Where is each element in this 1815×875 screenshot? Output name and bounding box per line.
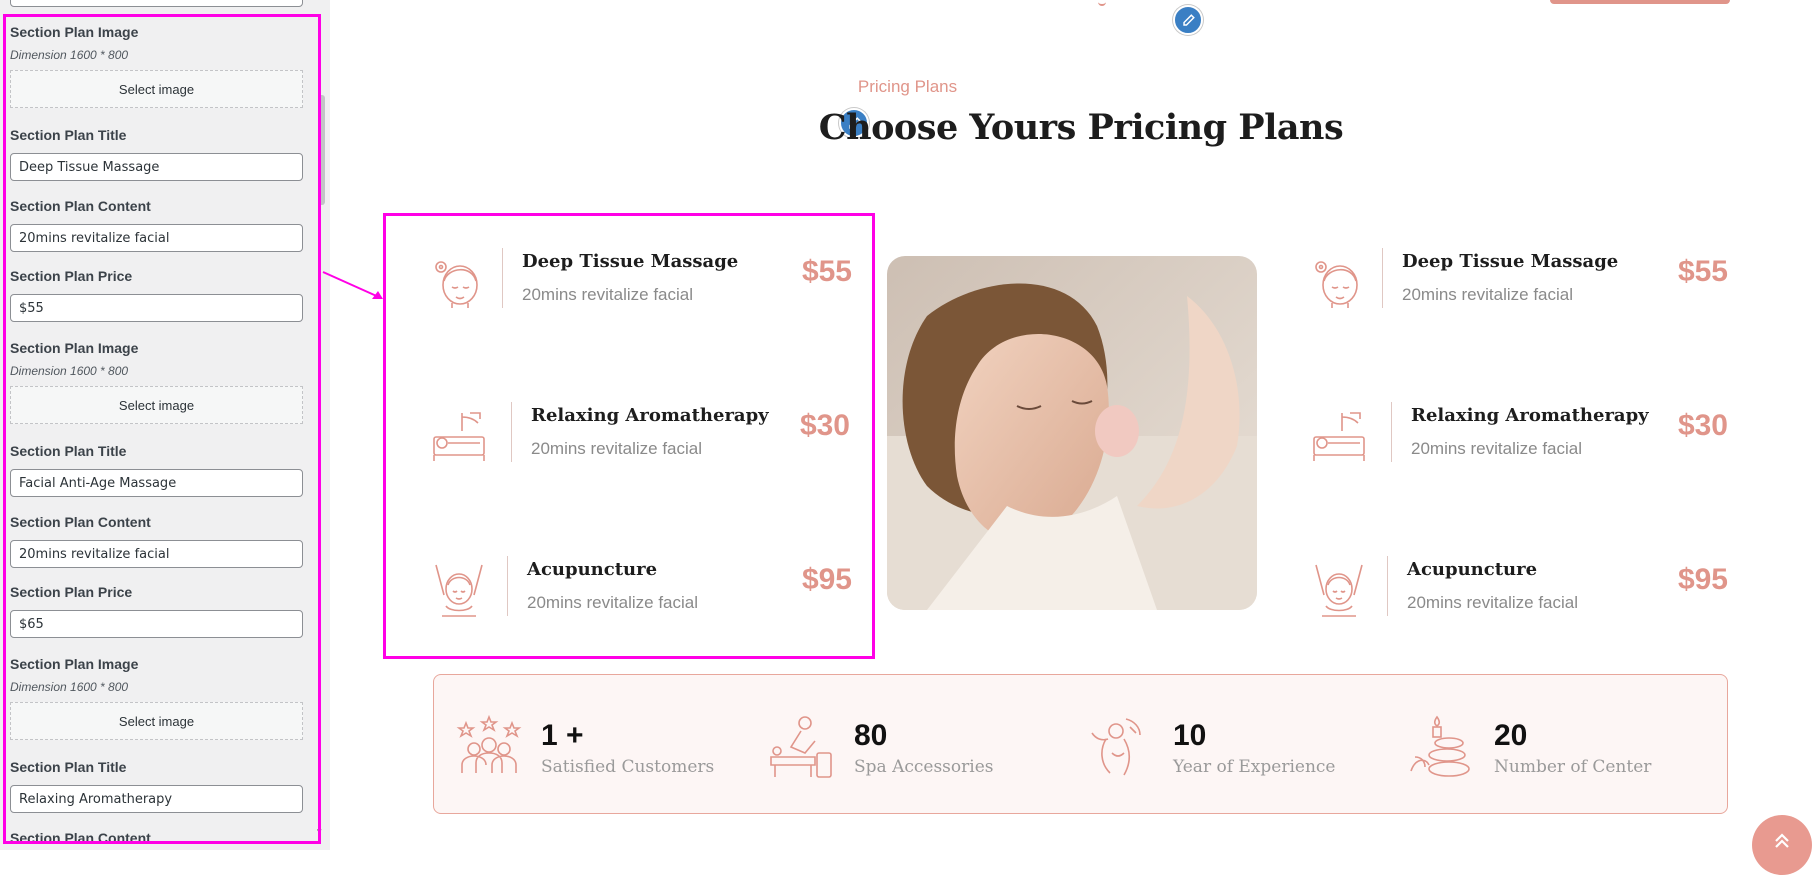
plan-item: Deep Tissue Massage 20mins revitalize fa… [1312,248,1732,318]
massage-therapist-icon [770,716,832,778]
plan-1-price-field: Section Plan Price [10,268,303,322]
field-label: Section Plan Title [10,759,127,775]
field-label: Section Plan Price [10,268,133,284]
field-label: Section Plan Title [10,443,127,459]
scroll-to-top-button[interactable] [1752,815,1812,875]
field-label: Section Plan Image [10,340,139,356]
plan-2-price-field: Section Plan Price [10,584,303,638]
field-description: Dimension 1600 * 800 [10,364,129,378]
face-flower-icon [1315,261,1358,308]
stat-label: Number of Center [1494,757,1652,777]
field-description: Dimension 1600 * 800 [10,48,129,62]
stats-bar: 1 + Satisfied Customers 80 Spa Accessori… [433,674,1728,814]
plan-2-content-field: Section Plan Content [10,514,303,568]
select-image-button[interactable]: Select image [10,386,303,424]
plan-2-image-field: Section Plan Image Dimension 1600 * 800 … [10,340,303,424]
field-label: Section Plan Image [10,656,139,672]
massage-bed-icon [1313,412,1365,461]
plan-name: Deep Tissue Massage [1402,251,1619,272]
plan-description: 20mins revitalize facial [1407,593,1579,612]
customers-stars-icon [456,714,522,773]
plans-highlight-box [383,213,875,659]
plan-price-input[interactable] [10,610,303,638]
plan-item: Acupuncture 20mins revitalize facial $95 [1312,556,1732,626]
field-description: Dimension 1600 * 800 [10,680,129,694]
plan-price: $55 [1677,255,1728,288]
field-label: Section Plan Content [10,198,151,214]
plan-content-input[interactable] [10,540,303,568]
stat-number: 80 [854,719,888,752]
plan-description: 20mins revitalize facial [1411,439,1583,458]
field-label: Section Plan Image [10,24,139,40]
header-button[interactable] [1550,0,1730,4]
spa-stones-candle-icon [1410,715,1470,777]
field-label: Section Plan Price [10,584,133,600]
plan-name: Acupuncture [1407,559,1538,580]
plan-price: $95 [1677,563,1728,596]
facial-massage-photo [887,256,1257,610]
plan-3-image-field: Section Plan Image Dimension 1600 * 800 … [10,656,303,740]
stat-label: Satisfied Customers [541,757,715,777]
section-title: Choose Yours Pricing Plans [818,107,1344,148]
hand-massage-icon [1091,718,1141,776]
plan-content-input[interactable] [10,224,303,252]
plan-3-title-field: Section Plan Title [10,759,303,813]
plan-item: Relaxing Aromatherapy 20mins revitalize … [1312,402,1732,472]
plan-description: 20mins revitalize facial [1402,285,1574,304]
plan-title-input[interactable] [10,153,303,181]
plan-divider [1387,556,1388,616]
plan-divider [1391,402,1392,462]
section-eyebrow: Pricing Plans [857,77,958,96]
edit-pencil-icon[interactable] [1173,5,1203,35]
plan-3-content-field: Section Plan Content [10,830,303,846]
stat-number: 1 + [541,719,584,752]
plan-divider [1382,248,1383,308]
double-chevron-up-icon [1775,833,1789,848]
plan-title-input[interactable] [10,785,303,813]
plan-price-input[interactable] [10,294,303,322]
field-label: Section Plan Content [10,830,151,846]
previous-field-input[interactable] [10,0,303,7]
plan-1-content-field: Section Plan Content [10,198,303,252]
select-image-button[interactable]: Select image [10,702,303,740]
field-label: Section Plan Content [10,514,151,530]
stat-number: 20 [1494,719,1528,752]
stat-number: 10 [1173,719,1207,752]
face-hands-icon [1315,564,1363,617]
plan-title-input[interactable] [10,469,303,497]
plan-2-title-field: Section Plan Title [10,443,303,497]
stat-label: Spa Accessories [854,757,994,777]
plan-price: $30 [1677,409,1728,442]
scroll-down-arrow-icon[interactable]: ▾ [317,826,322,837]
stat-label: Year of Experience [1173,757,1336,777]
plan-name: Relaxing Aromatherapy [1411,405,1649,426]
